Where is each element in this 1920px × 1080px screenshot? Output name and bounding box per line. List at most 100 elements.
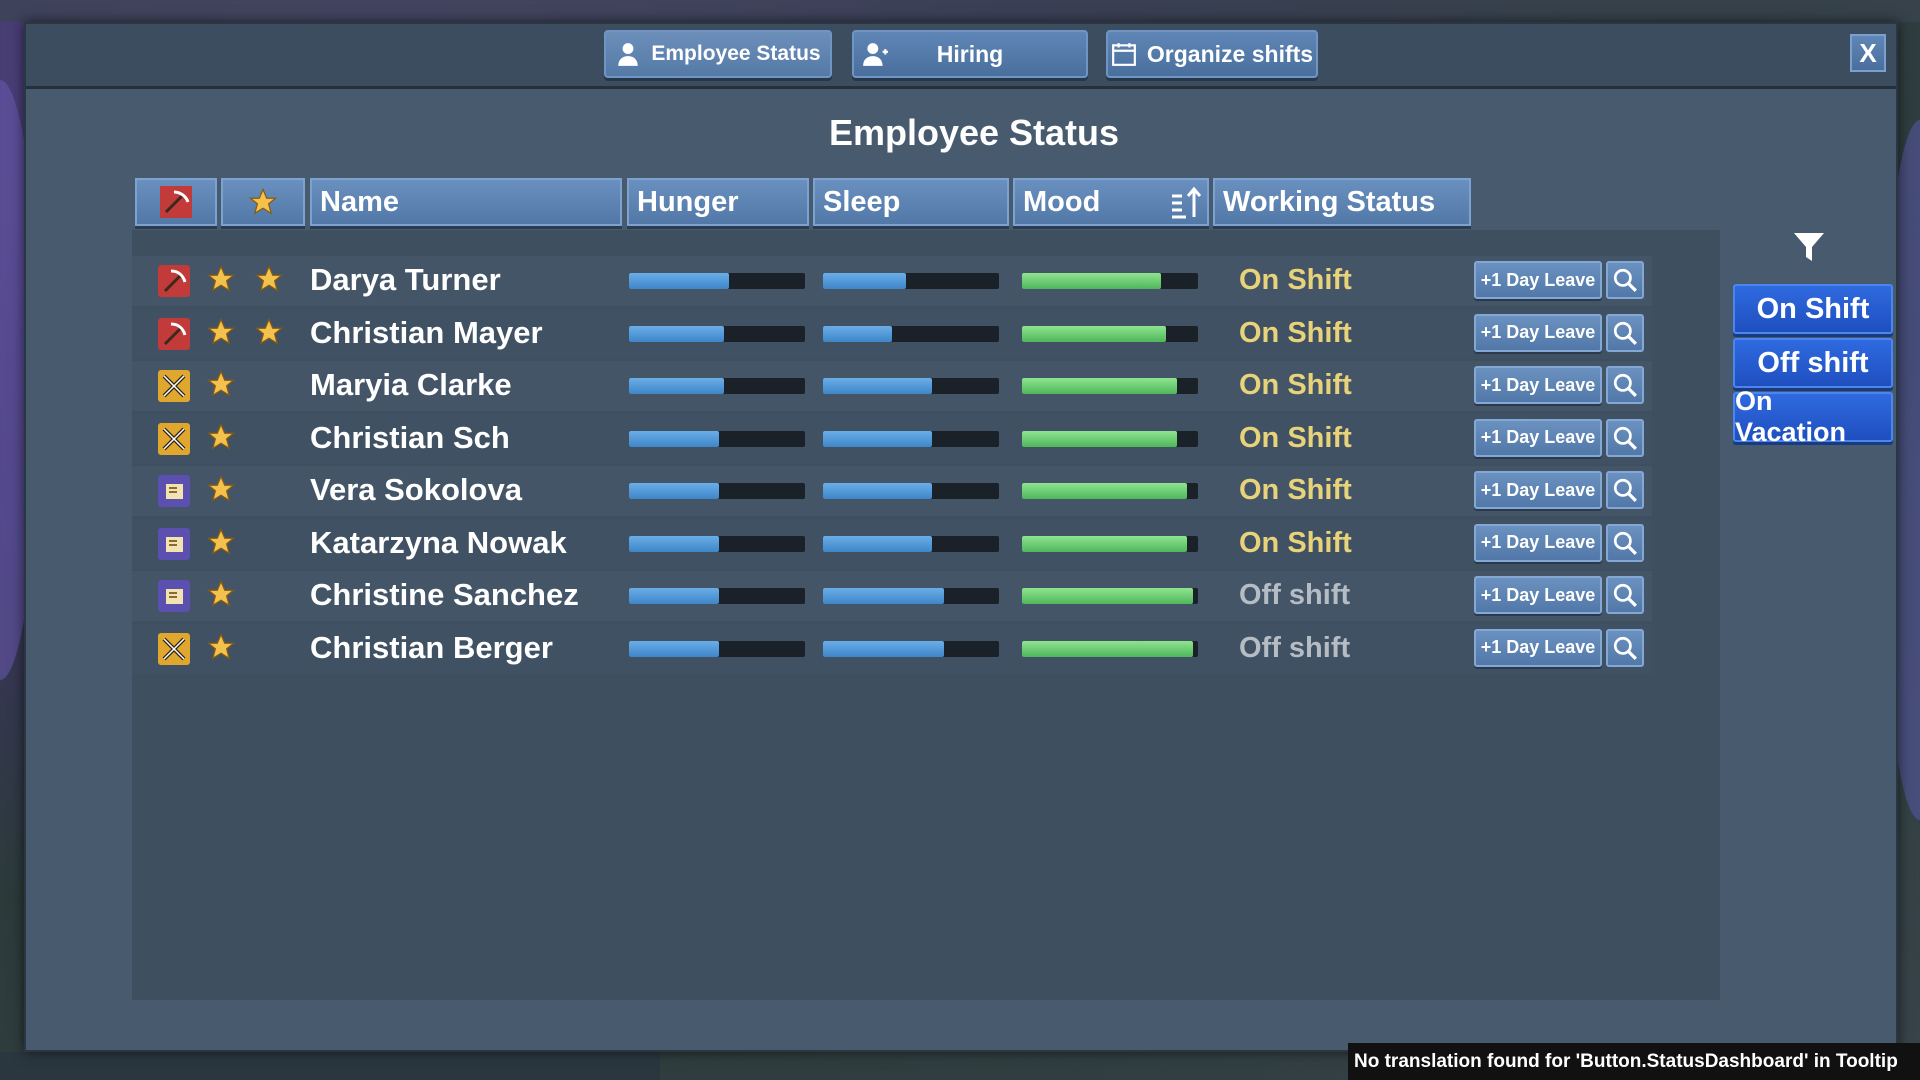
hunger-bar-fill	[629, 430, 719, 447]
column-hunger[interactable]: Hunger	[627, 178, 809, 226]
search-icon	[1612, 425, 1638, 451]
mood-bar	[1022, 535, 1198, 552]
employee-name: Maryia Clarke	[310, 367, 512, 402]
search-icon	[1612, 267, 1638, 293]
inspect-button[interactable]	[1606, 471, 1644, 509]
column-mood-label: Mood	[1023, 185, 1101, 218]
tab-label: Organize shifts	[1146, 40, 1314, 67]
pickaxe-icon	[158, 265, 190, 297]
column-role[interactable]	[135, 178, 217, 226]
filter-on-shift-button[interactable]: On Shift	[1733, 284, 1893, 334]
sleep-bar-fill	[823, 430, 933, 447]
sleep-bar	[823, 430, 999, 447]
filter-on-vacation-button[interactable]: On Vacation	[1733, 386, 1893, 447]
day-leave-button[interactable]: +1 Day Leave	[1474, 366, 1602, 404]
day-leave-button[interactable]: +1 Day Leave	[1474, 418, 1602, 457]
mood-bar-fill	[1022, 430, 1177, 447]
inspect-button[interactable]	[1606, 418, 1644, 457]
day-leave-button[interactable]: +1 Day Leave	[1474, 261, 1602, 299]
table-row[interactable]: Christian Berger Off shift +1 Day Leave	[132, 623, 1652, 674]
employee-name: Christian Mayer	[310, 314, 543, 350]
sleep-bar	[823, 378, 999, 394]
hunger-bar-fill	[629, 483, 719, 499]
inspect-button[interactable]	[1606, 576, 1644, 614]
sleep-bar-fill	[823, 588, 945, 604]
working-status: On Shift	[1239, 526, 1352, 559]
inspect-button[interactable]	[1606, 628, 1644, 667]
sort-ascending-icon[interactable]	[1169, 186, 1203, 220]
star-icon	[206, 579, 236, 609]
working-status: On Shift	[1239, 316, 1352, 349]
column-rating[interactable]	[221, 178, 305, 226]
tab-label: Hiring	[936, 40, 1004, 67]
table-row[interactable]: Maryia Clarke On Shift +1 Day Leave	[132, 361, 1652, 411]
hunger-bar	[629, 483, 805, 499]
cashier-icon	[158, 475, 190, 507]
star-icon	[206, 369, 236, 399]
column-sleep[interactable]: Sleep	[813, 178, 1009, 226]
game-hud-top	[0, 0, 1920, 22]
table-row[interactable]: Christine Sanchez Off shift +1 Day Leave	[132, 571, 1652, 621]
column-working-status[interactable]: Working Status	[1213, 178, 1471, 226]
day-leave-button[interactable]: +1 Day Leave	[1474, 628, 1602, 667]
person-icon	[618, 43, 639, 66]
day-leave-button[interactable]: +1 Day Leave	[1474, 523, 1602, 562]
mood-bar-fill	[1022, 640, 1193, 657]
table-row[interactable]: Darya Turner On Shift +1 Day Leave	[132, 256, 1652, 306]
pickaxe-icon	[160, 186, 192, 218]
hunger-bar	[629, 640, 805, 657]
day-leave-button[interactable]: +1 Day Leave	[1474, 471, 1602, 509]
inspect-button[interactable]	[1606, 261, 1644, 299]
mood-bar-fill	[1022, 588, 1193, 604]
table-row[interactable]: Katarzyna Nowak On Shift +1 Day Leave	[132, 518, 1652, 569]
cashier-icon	[158, 580, 190, 612]
table-row[interactable]: Vera Sokolova On Shift +1 Day Leave	[132, 466, 1652, 516]
add-person-icon	[863, 43, 888, 66]
mood-bar	[1022, 325, 1198, 342]
calendar-icon	[1112, 43, 1136, 66]
star-icon	[206, 632, 236, 662]
window-header: Employee Status Hiring Organize shifts X	[26, 24, 1896, 89]
mood-bar-fill	[1022, 378, 1177, 394]
close-button[interactable]: X	[1850, 34, 1886, 72]
day-leave-button[interactable]: +1 Day Leave	[1474, 313, 1602, 352]
filter-off-shift-button[interactable]: Off shift	[1733, 338, 1893, 388]
sleep-bar	[823, 588, 999, 604]
tab-employee-status[interactable]: Employee Status	[604, 30, 832, 78]
search-icon	[1612, 477, 1638, 503]
employee-name: Vera Sokolova	[310, 472, 522, 507]
hunger-bar-fill	[629, 640, 719, 657]
table-row[interactable]: Christian Mayer On Shift +1 Day Leave	[132, 308, 1652, 359]
page-title: Employee Status	[828, 112, 1120, 153]
star-icon	[254, 317, 284, 347]
filter-icon[interactable]	[1792, 230, 1826, 264]
inspect-button[interactable]	[1606, 366, 1644, 404]
hunger-bar	[629, 378, 805, 394]
employee-name: Darya Turner	[310, 262, 501, 297]
tools-icon	[158, 422, 190, 455]
sleep-bar	[823, 535, 999, 552]
tab-hiring[interactable]: Hiring	[852, 30, 1088, 78]
column-name[interactable]: Name	[310, 178, 622, 226]
sleep-bar	[823, 325, 999, 342]
table-row[interactable]: Christian Sch On Shift +1 Day Leave	[132, 413, 1652, 464]
sleep-bar-fill	[823, 483, 933, 499]
tab-organize-shifts[interactable]: Organize shifts	[1106, 30, 1318, 78]
tools-icon	[158, 370, 190, 402]
sleep-bar	[823, 483, 999, 499]
inspect-button[interactable]	[1606, 523, 1644, 562]
column-mood[interactable]: Mood	[1013, 178, 1209, 226]
hunger-bar-fill	[629, 535, 719, 552]
search-icon	[1612, 635, 1638, 661]
search-icon	[1612, 372, 1638, 398]
tooltip: No translation found for 'Button.StatusD…	[1348, 1043, 1920, 1080]
day-leave-button[interactable]: +1 Day Leave	[1474, 576, 1602, 614]
employee-name: Christine Sanchez	[310, 577, 579, 612]
sleep-bar-fill	[823, 273, 906, 289]
working-status: On Shift	[1239, 264, 1352, 296]
inspect-button[interactable]	[1606, 313, 1644, 352]
star-icon	[248, 187, 278, 215]
employee-name: Christian Sch	[310, 419, 510, 455]
mood-bar	[1022, 640, 1198, 657]
sleep-bar	[823, 640, 999, 657]
